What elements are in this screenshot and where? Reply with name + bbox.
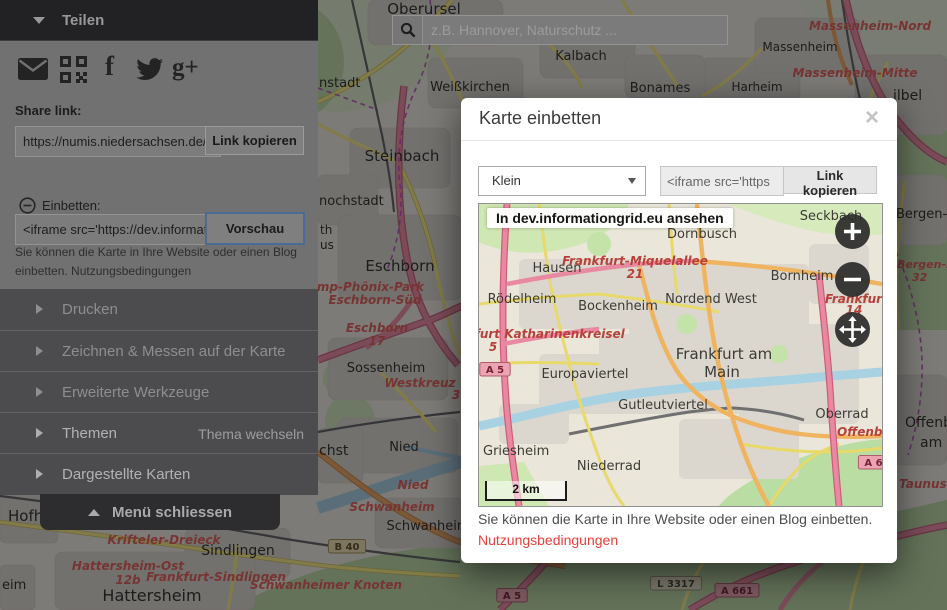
twitter-icon[interactable]: [135, 58, 164, 87]
map-label: Europaviertel: [541, 367, 628, 382]
sidebar-item-zeichnen-messen[interactable]: Zeichnen & Messen auf der Karte: [0, 330, 318, 372]
map-label: Niederrad: [577, 459, 641, 474]
map-label: Bockenheim: [578, 299, 658, 314]
sidebar-item-themen[interactable]: Themen Thema wechseln: [0, 412, 318, 454]
preview-map-canvas[interactable]: DornbuschHausenBornheimRödelheimBockenhe…: [479, 204, 882, 506]
map-label: Frankfurt am: [676, 345, 773, 363]
dialog-title: Karte einbetten: [479, 108, 601, 129]
map-label: 21: [627, 267, 644, 281]
panel-header-teilen[interactable]: Teilen: [0, 0, 318, 41]
map-label: Griesheim: [483, 444, 549, 459]
chevron-right-icon: [36, 469, 43, 479]
embed-size-select[interactable]: Klein: [478, 166, 646, 196]
zoom-in-button[interactable]: [835, 214, 870, 249]
chevron-right-icon: [36, 304, 43, 314]
map-label: Main: [704, 363, 740, 381]
scale-bar: 2 km: [485, 481, 567, 501]
road-badge-label: A 66: [864, 458, 882, 469]
copy-link-button[interactable]: Link kopieren: [205, 126, 304, 155]
terms-of-use-link[interactable]: Nutzungsbedingungen: [478, 532, 618, 548]
chevron-down-icon: [33, 17, 45, 24]
map-label: Offenbach: [837, 425, 882, 439]
embed-hint: Sie können die Karte in Ihre Website ode…: [15, 243, 307, 281]
chevron-up-icon: [88, 509, 100, 516]
map-label: Rödelheim: [488, 292, 557, 307]
share-panel: Teilen f g+ Share: [0, 0, 318, 494]
chevron-down-icon: [628, 178, 636, 184]
share-link-label: Share link:: [15, 103, 81, 118]
map-label: 5: [489, 340, 497, 354]
map-label: Frankfurt-Miquelallee: [562, 254, 708, 268]
map-label: Dornbusch: [667, 227, 737, 242]
close-icon[interactable]: ×: [857, 102, 887, 132]
embed-code-input[interactable]: [660, 166, 784, 196]
embed-map-dialog: Karte einbetten × Klein Link kopieren: [461, 98, 897, 563]
chevron-right-icon: [36, 387, 43, 397]
facebook-icon[interactable]: f: [105, 51, 114, 82]
chevron-right-icon: [36, 428, 43, 438]
sidebar-item-erweiterte-werkzeuge[interactable]: Erweiterte Werkzeuge: [0, 371, 318, 413]
qrcode-icon[interactable]: [60, 56, 87, 88]
thema-wechseln-link[interactable]: Thema wechseln: [198, 426, 304, 442]
dialog-controls: Klein Link kopieren: [478, 166, 881, 194]
sidebar-item-drucken[interactable]: Drucken: [0, 289, 318, 330]
copy-link-button-modal[interactable]: Link kopieren: [784, 166, 877, 194]
road-badge-label: A 5: [486, 365, 504, 376]
chevron-right-icon: [36, 346, 43, 356]
map-label: Bornheim: [771, 269, 834, 284]
embed-help-text: Sie können die Karte in Ihre Website ode…: [478, 511, 881, 527]
embed-code-input-sidebar[interactable]: [15, 214, 221, 245]
map-label: Gutleutviertel: [618, 398, 708, 413]
googleplus-icon[interactable]: g+: [172, 54, 199, 82]
close-menu-button[interactable]: Menü schliessen: [40, 494, 280, 530]
search-bar: [392, 15, 728, 45]
search-icon[interactable]: [393, 16, 423, 44]
search-input[interactable]: [423, 16, 727, 44]
map-label: Frankfurt Katharinenkreisel: [479, 327, 626, 341]
embed-map-preview[interactable]: DornbuschHausenBornheimRödelheimBockenhe…: [478, 203, 883, 507]
embed-label: Einbetten:: [42, 198, 101, 213]
view-on-site-link[interactable]: In dev.informationgrid.eu ansehen: [487, 208, 733, 228]
zoom-out-button[interactable]: [835, 262, 870, 297]
dialog-header: Karte einbetten ×: [461, 98, 897, 141]
email-icon[interactable]: [18, 58, 48, 85]
preview-button[interactable]: Vorschau: [205, 212, 305, 245]
map-label: Oberrad: [815, 407, 868, 422]
map-label: Nordend West: [665, 292, 757, 307]
panel-title: Teilen: [62, 12, 104, 29]
sidebar-item-dargestellte-karten[interactable]: Dargestellte Karten: [0, 453, 318, 495]
pan-move-button[interactable]: [835, 312, 870, 347]
share-link-input[interactable]: [15, 126, 221, 157]
app: OberurselKalbachWeißkirchenHarheimMassen…: [0, 0, 947, 610]
